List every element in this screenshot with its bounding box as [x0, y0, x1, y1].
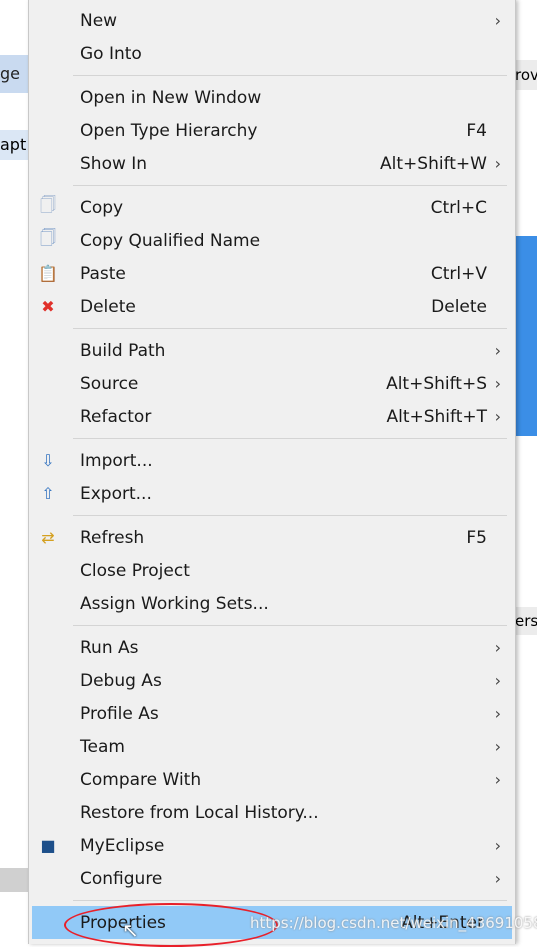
submenu-arrow-icon: › — [494, 407, 501, 426]
import-icon: ⇩ — [41, 451, 55, 470]
package-explorer-background: ge apt — [0, 0, 30, 944]
menu-item-label: Source — [80, 373, 139, 394]
refresh-icon: ⇄ — [41, 528, 55, 547]
submenu-arrow-icon: › — [494, 869, 501, 888]
menu-item-label: Open Type Hierarchy — [80, 120, 258, 141]
menu-item-copy[interactable]: 🗍 Copy Ctrl+C — [29, 191, 515, 224]
menu-item-label: Export... — [80, 483, 152, 504]
menu-item-label: Team — [80, 736, 125, 757]
shortcut-label: F5 — [466, 527, 487, 548]
submenu-arrow-icon: › — [494, 374, 501, 393]
menu-item-label: Open in New Window — [80, 87, 262, 108]
menu-item-restore-from-local-history[interactable]: Restore from Local History... — [29, 796, 515, 829]
menu-item-go-into[interactable]: Go Into — [29, 37, 515, 70]
menu-item-build-path[interactable]: Build Path › — [29, 334, 515, 367]
menu-item-label: New — [80, 10, 118, 31]
menu-item-paste[interactable]: 📋 Paste Ctrl+V — [29, 257, 515, 290]
menu-item-open-type-hierarchy[interactable]: Open Type Hierarchy F4 — [29, 114, 515, 147]
editor-selection — [515, 236, 537, 436]
menu-item-copy-qualified-name[interactable]: 🗍 Copy Qualified Name — [29, 224, 515, 257]
submenu-arrow-icon: › — [494, 770, 501, 789]
submenu-arrow-icon: › — [494, 638, 501, 657]
menu-item-export[interactable]: ⇧ Export... — [29, 477, 515, 510]
menu-item-close-project[interactable]: Close Project — [29, 554, 515, 587]
menu-item-label: Copy — [80, 197, 124, 218]
menu-item-myeclipse[interactable]: ■ MyEclipse › — [29, 829, 515, 862]
view-tab[interactable]: ge — [0, 55, 30, 93]
menu-item-run-as[interactable]: Run As › — [29, 631, 515, 664]
menu-item-label: Delete — [80, 296, 136, 317]
view-header: rov — [515, 60, 537, 90]
menu-item-refresh[interactable]: ⇄ Refresh F5 — [29, 521, 515, 554]
submenu-arrow-icon: › — [494, 704, 501, 723]
menu-separator — [73, 900, 507, 901]
menu-separator — [73, 438, 507, 439]
menu-item-label: Refresh — [80, 527, 145, 548]
shortcut-label: Ctrl+C — [430, 197, 487, 218]
shortcut-label: Alt+Shift+W — [380, 153, 487, 174]
submenu-arrow-icon: › — [494, 737, 501, 756]
selected-project[interactable]: apt — [0, 130, 30, 160]
menu-separator — [73, 625, 507, 626]
submenu-arrow-icon: › — [494, 836, 501, 855]
menu-item-profile-as[interactable]: Profile As › — [29, 697, 515, 730]
editor-background: rov ers — [515, 0, 537, 944]
submenu-arrow-icon: › — [494, 154, 501, 173]
menu-item-label: Configure — [80, 868, 163, 889]
menu-separator — [73, 75, 507, 76]
menu-item-label: Go Into — [80, 43, 142, 64]
menu-separator — [73, 185, 507, 186]
view-header-2: ers — [515, 607, 537, 635]
menu-item-label: Copy Qualified Name — [80, 230, 261, 251]
menu-item-label: Profile As — [80, 703, 159, 724]
shortcut-label: F4 — [466, 120, 487, 141]
menu-item-label: Paste — [80, 263, 126, 284]
menu-item-label: Import... — [80, 450, 153, 471]
mouse-cursor-icon: ↖ — [122, 918, 139, 942]
menu-item-label: Close Project — [80, 560, 190, 581]
menu-item-debug-as[interactable]: Debug As › — [29, 664, 515, 697]
menu-item-new[interactable]: New › — [29, 4, 515, 37]
paste-icon: 📋 — [38, 264, 58, 283]
shortcut-label: Alt+Shift+S — [386, 373, 487, 394]
menu-item-label: Restore from Local History... — [80, 802, 319, 823]
menu-item-label: Compare With — [80, 769, 202, 790]
menu-item-show-in[interactable]: Show In Alt+Shift+W › — [29, 147, 515, 180]
menu-separator — [73, 328, 507, 329]
menu-item-label: Build Path — [80, 340, 166, 361]
context-menu: New › Go Into Open in New Window Open Type H… — [28, 0, 516, 944]
menu-item-label: Debug As — [80, 670, 162, 691]
shortcut-label: Ctrl+V — [430, 263, 487, 284]
menu-item-import[interactable]: ⇩ Import... — [29, 444, 515, 477]
menu-item-team[interactable]: Team › — [29, 730, 515, 763]
submenu-arrow-icon: › — [494, 671, 501, 690]
delete-icon: ✖ — [41, 297, 55, 316]
scrollbar[interactable] — [0, 868, 30, 892]
menu-item-assign-working-sets[interactable]: Assign Working Sets... — [29, 587, 515, 620]
menu-item-refactor[interactable]: Refactor Alt+Shift+T › — [29, 400, 515, 433]
menu-item-label: Run As — [80, 637, 139, 658]
submenu-arrow-icon: › — [494, 11, 501, 30]
copy-qualified-name-icon: 🗍 — [40, 228, 56, 247]
menu-item-open-in-new-window[interactable]: Open in New Window — [29, 81, 515, 114]
watermark: https://blog.csdn.net/weixin_43691058 — [250, 914, 537, 932]
menu-item-delete[interactable]: ✖ Delete Delete — [29, 290, 515, 323]
export-icon: ⇧ — [41, 484, 55, 503]
shortcut-label: Alt+Shift+T — [386, 406, 487, 427]
copy-icon: 🗍 — [40, 195, 56, 214]
menu-item-compare-with[interactable]: Compare With › — [29, 763, 515, 796]
menu-item-label: Refactor — [80, 406, 152, 427]
menu-item-label: MyEclipse — [80, 835, 165, 856]
menu-item-configure[interactable]: Configure › — [29, 862, 515, 895]
menu-item-source[interactable]: Source Alt+Shift+S › — [29, 367, 515, 400]
shortcut-label: Delete — [431, 296, 487, 317]
menu-separator — [73, 515, 507, 516]
menu-item-label: Show In — [80, 153, 148, 174]
submenu-arrow-icon: › — [494, 341, 501, 360]
myeclipse-icon: ■ — [40, 836, 56, 855]
menu-item-label: Assign Working Sets... — [80, 593, 269, 614]
